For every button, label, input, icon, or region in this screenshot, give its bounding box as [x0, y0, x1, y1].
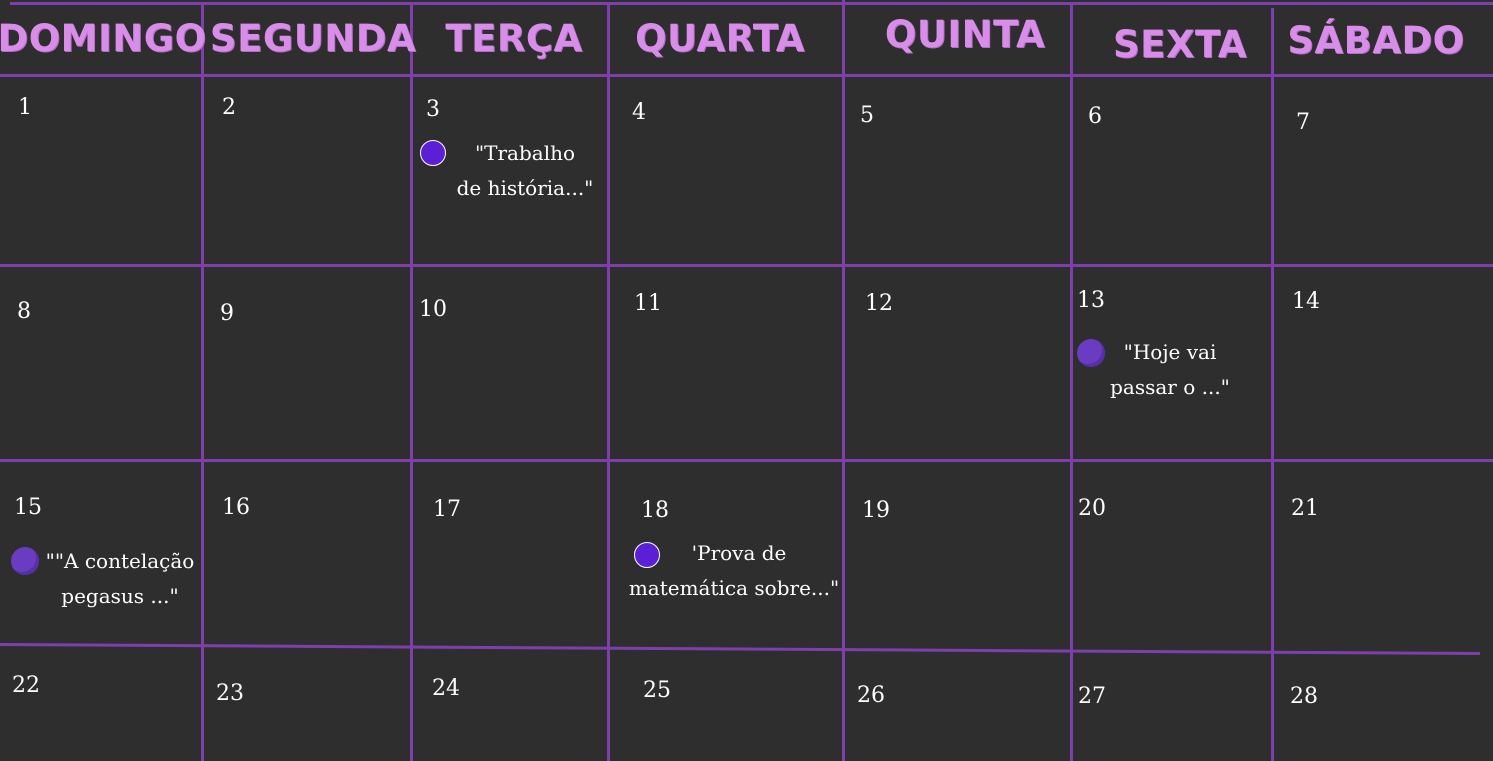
day-9[interactable]: 9 — [220, 301, 234, 326]
grid-line-col2 — [410, 4, 413, 761]
day-3[interactable]: 3 — [426, 97, 440, 122]
day-1[interactable]: 1 — [18, 95, 32, 120]
day-10[interactable]: 10 — [419, 297, 447, 322]
day-16[interactable]: 16 — [222, 495, 250, 520]
weekday-header-wednesday: QUARTA — [635, 16, 805, 60]
day-20[interactable]: 20 — [1078, 496, 1106, 521]
event-day-3[interactable]: "Trabalho de história..." — [440, 136, 610, 206]
grid-line-col4 — [842, 0, 845, 761]
weekday-header-thursday: QUINTA — [884, 12, 1046, 56]
day-22[interactable]: 22 — [12, 673, 40, 698]
calendar: DOMINGO SEGUNDA TERÇA QUARTA QUINTA SEXT… — [0, 0, 1493, 761]
day-21[interactable]: 21 — [1291, 496, 1319, 521]
day-25[interactable]: 25 — [643, 678, 671, 703]
event-day-15[interactable]: ""A contelação pegasus ..." — [40, 544, 200, 614]
day-11[interactable]: 11 — [634, 291, 662, 316]
day-23[interactable]: 23 — [216, 681, 244, 706]
day-28[interactable]: 28 — [1290, 684, 1318, 709]
grid-line-col1 — [201, 4, 204, 761]
grid-line-col6 — [1271, 8, 1274, 761]
grid-line-row3 — [0, 643, 1480, 656]
weekday-header-sunday: DOMINGO — [0, 16, 207, 60]
event-day-13[interactable]: "Hoje vai passar o ..." — [1090, 335, 1250, 405]
grid-line-row1 — [0, 264, 1493, 267]
day-6[interactable]: 6 — [1088, 104, 1102, 129]
grid-line-row2 — [0, 459, 1493, 462]
grid-line-col3 — [607, 4, 610, 761]
day-5[interactable]: 5 — [860, 103, 874, 128]
event-day-13-line2: passar o ..." — [1110, 375, 1230, 399]
day-15[interactable]: 15 — [14, 495, 42, 520]
day-19[interactable]: 19 — [862, 498, 890, 523]
event-day-18-line1: 'Prova de — [691, 541, 787, 565]
event-day-18[interactable]: 'Prova de matemática sobre..." — [614, 536, 854, 606]
day-18[interactable]: 18 — [641, 498, 669, 523]
day-2[interactable]: 2 — [222, 95, 236, 120]
event-day-13-line1: "Hoje vai — [1123, 340, 1217, 364]
weekday-header-friday: SEXTA — [1113, 22, 1247, 66]
event-day-15-line2: pegasus ..." — [61, 584, 179, 608]
grid-line-col5 — [1070, 4, 1073, 761]
day-27[interactable]: 27 — [1078, 684, 1106, 709]
weekday-header-tuesday: TERÇA — [445, 16, 583, 60]
day-7[interactable]: 7 — [1296, 110, 1310, 135]
day-26[interactable]: 26 — [857, 683, 885, 708]
day-17[interactable]: 17 — [433, 497, 461, 522]
weekday-header-saturday: SÁBADO — [1287, 18, 1465, 62]
day-24[interactable]: 24 — [432, 676, 460, 701]
day-13[interactable]: 13 — [1077, 288, 1105, 313]
day-4[interactable]: 4 — [632, 100, 646, 125]
purple-dot-icon — [11, 547, 39, 575]
event-day-18-line2: matemática sobre..." — [628, 576, 840, 600]
event-day-15-line1: ""A contelação — [45, 549, 195, 573]
weekday-header-monday: SEGUNDA — [209, 16, 417, 60]
event-day-3-line1: "Trabalho — [474, 141, 576, 165]
day-8[interactable]: 8 — [17, 299, 31, 324]
day-14[interactable]: 14 — [1292, 289, 1320, 314]
event-day-3-line2: de história..." — [456, 176, 594, 200]
day-12[interactable]: 12 — [865, 291, 893, 316]
